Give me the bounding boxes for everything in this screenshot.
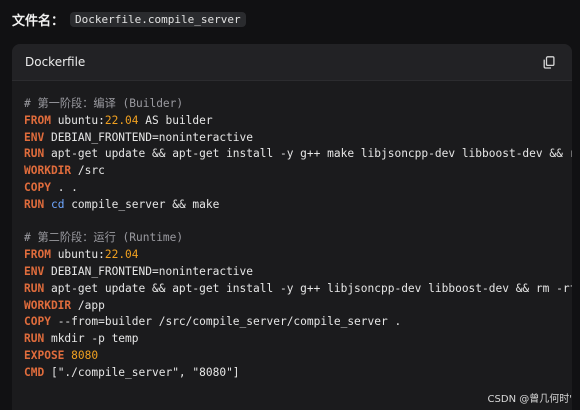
code-token-comment: # 第一阶段：编译 (Builder) (24, 97, 184, 110)
code-line: ENV DEBIAN_FRONTEND=noninteractive (24, 264, 572, 281)
code-token-number: 22.04 (104, 248, 139, 262)
code-token-keyword: ENV (24, 264, 45, 278)
code-token-text: ["./compile_server", "8080"] (44, 365, 240, 379)
code-token-keyword: RUN (24, 281, 45, 295)
code-token-keyword: WORKDIR (24, 298, 72, 312)
code-token-keyword: WORKDIR (24, 164, 72, 178)
code-line: FROM ubuntu:22.04 (24, 247, 572, 264)
watermark: CSDN @曾几何时' (487, 394, 572, 405)
code-token-comment: # 第二阶段：运行 (Runtime) (24, 231, 184, 245)
code-block-header: Dockerfile (12, 44, 572, 81)
code-content[interactable]: # 第一阶段：编译 (Builder) FROM ubuntu:22.04 AS … (24, 96, 572, 382)
code-line: RUN cd compile_server && make (24, 197, 572, 214)
code-line: WORKDIR /app (24, 298, 572, 315)
code-token-text: mkdir -p temp (44, 332, 139, 346)
code-token-keyword: EXPOSE (24, 348, 65, 362)
code-token-keyword: COPY (24, 180, 51, 194)
code-line: # 第一阶段：编译 (Builder) (24, 96, 572, 113)
code-line: WORKDIR /src (24, 163, 572, 180)
copy-icon (543, 55, 555, 69)
file-name-header: 文件名： Dockerfile.compile_server (12, 9, 246, 29)
code-token-number: 22.04 (104, 113, 139, 127)
code-token-keyword: RUN (24, 197, 45, 211)
code-token-text: --from=builder /src/compile_server/compi… (50, 315, 402, 329)
code-block: Dockerfile # 第一阶段：编译 (Builder) FROM ubunt… (12, 44, 572, 410)
code-token-text: compile_server && make (64, 197, 220, 211)
code-language-label: Dockerfile (25, 55, 86, 69)
code-line: COPY . . (24, 180, 572, 197)
code-token-text: /app (71, 298, 105, 312)
code-line: COPY --from=builder /src/compile_server/… (24, 314, 572, 331)
code-token-text: DEBIAN_FRONTEND=noninteractive (44, 130, 254, 144)
code-token-builtin: cd (50, 197, 65, 211)
code-token-keyword: RUN (24, 332, 45, 346)
code-token-text: apt-get update && apt-get install -y g++… (50, 281, 572, 295)
file-name-label: 文件名： (12, 13, 65, 29)
code-token-keyword: COPY (24, 315, 51, 329)
code-token-keyword: FROM (24, 248, 51, 262)
code-line: # 第二阶段：运行 (Runtime) (24, 230, 572, 247)
code-line: FROM ubuntu:22.04 AS builder (24, 113, 572, 130)
code-token-text: AS builder (138, 113, 213, 127)
code-line: RUN apt-get update && apt-get install -y… (24, 281, 572, 298)
code-token-keyword: CMD (24, 365, 45, 379)
code-token-keyword: FROM (24, 113, 51, 127)
code-token-keyword: ENV (24, 130, 45, 144)
code-line: RUN apt-get update && apt-get install -y… (24, 146, 572, 163)
code-token-text: . . (50, 180, 78, 194)
code-token-text: ubuntu: (50, 248, 105, 262)
code-token-number: 8080 (71, 348, 99, 362)
code-token-text: DEBIAN_FRONTEND=noninteractive (44, 264, 254, 278)
code-token-text: /src (71, 164, 105, 178)
copy-button[interactable] (540, 53, 558, 71)
code-line: EXPOSE 8080 (24, 348, 572, 365)
code-token-keyword: RUN (24, 147, 45, 161)
file-name-value: Dockerfile.compile_server (70, 11, 246, 27)
code-line: CMD ["./compile_server", "8080"] (24, 365, 572, 382)
code-line: RUN mkdir -p temp (24, 331, 572, 348)
code-token-text: ubuntu: (50, 113, 105, 127)
code-token-text: apt-get update && apt-get install -y g++… (50, 147, 572, 161)
code-line: ENV DEBIAN_FRONTEND=noninteractive (24, 130, 572, 147)
